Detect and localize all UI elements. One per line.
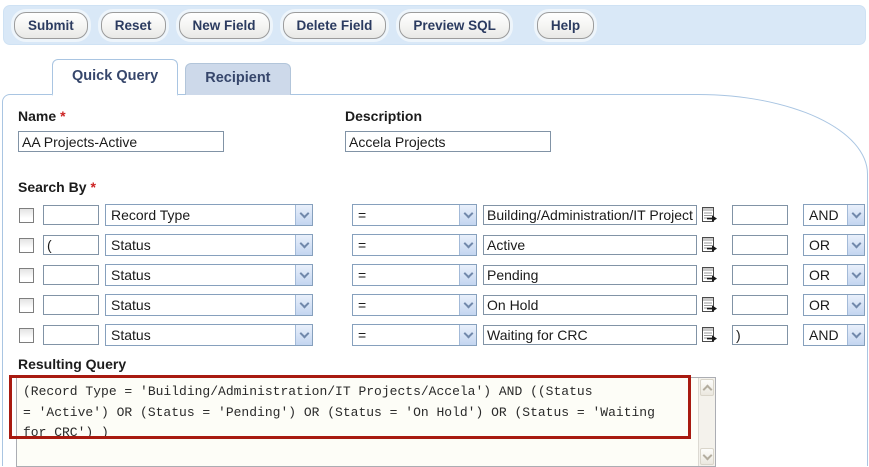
chevron-down-icon (847, 235, 864, 255)
operator-select[interactable]: = (352, 294, 477, 316)
search-row: Status = OR (15, 234, 867, 256)
logic-select-value: OR (804, 235, 847, 255)
logic-select[interactable]: OR (803, 264, 865, 286)
submit-button[interactable]: Submit (14, 12, 88, 39)
description-field[interactable] (345, 131, 551, 152)
value-input[interactable] (483, 235, 697, 255)
reset-button[interactable]: Reset (101, 12, 166, 39)
row-checkbox[interactable] (19, 268, 34, 283)
search-row: Status = OR (15, 264, 867, 286)
value-input[interactable] (483, 265, 697, 285)
value-input[interactable] (483, 325, 697, 345)
operator-select[interactable]: = (352, 234, 477, 256)
field-select[interactable]: Status (105, 234, 313, 256)
field-select-value: Status (106, 295, 295, 315)
scroll-down-icon[interactable] (700, 448, 714, 465)
logic-select[interactable]: AND (803, 324, 865, 346)
data-lookup-icon[interactable] (700, 206, 718, 224)
field-select-value: Record Type (106, 205, 295, 225)
open-paren-input[interactable] (43, 205, 99, 225)
scrollbar[interactable] (698, 378, 715, 466)
delete-field-button[interactable]: Delete Field (283, 12, 387, 39)
help-button[interactable]: Help (537, 12, 594, 39)
new-field-button[interactable]: New Field (179, 12, 270, 39)
data-lookup-icon[interactable] (700, 236, 718, 254)
row-checkbox[interactable] (19, 208, 34, 223)
field-select[interactable]: Status (105, 324, 313, 346)
preview-sql-button[interactable]: Preview SQL (399, 12, 510, 39)
operator-select-value: = (353, 295, 459, 315)
tab-recipient[interactable]: Recipient (185, 63, 290, 95)
chevron-down-icon (295, 205, 312, 225)
tab-quick-query[interactable]: Quick Query (52, 59, 178, 96)
chevron-down-icon (459, 205, 476, 225)
open-paren-input[interactable] (43, 325, 99, 345)
required-asterisk: * (60, 108, 65, 124)
logic-select-value: AND (804, 205, 847, 225)
chevron-down-icon (295, 295, 312, 315)
field-select[interactable]: Status (105, 264, 313, 286)
operator-select-value: = (353, 235, 459, 255)
search-row: Status = AND (15, 324, 867, 346)
chevron-down-icon (847, 265, 864, 285)
logic-select-value: OR (804, 295, 847, 315)
toolbar: Submit Reset New Field Delete Field Prev… (3, 5, 866, 45)
scroll-up-icon[interactable] (700, 379, 714, 396)
value-input[interactable] (483, 295, 697, 315)
open-paren-input[interactable] (43, 235, 99, 255)
resulting-query-label: Resulting Query (18, 356, 867, 373)
operator-select[interactable]: = (352, 264, 477, 286)
logic-select-value: OR (804, 265, 847, 285)
logic-select-value: AND (804, 325, 847, 345)
data-lookup-icon[interactable] (700, 326, 718, 344)
operator-select-value: = (353, 325, 459, 345)
tab-bar: Quick Query Recipient (52, 61, 869, 95)
open-paren-input[interactable] (43, 265, 99, 285)
field-select-value: Status (106, 265, 295, 285)
open-paren-input[interactable] (43, 295, 99, 315)
operator-select[interactable]: = (352, 324, 477, 346)
operator-select-value: = (353, 205, 459, 225)
quick-query-panel: Name* Description Search By* Record Type… (2, 94, 868, 466)
chevron-down-icon (847, 295, 864, 315)
field-select-value: Status (106, 235, 295, 255)
search-by-label: Search By* (18, 179, 867, 196)
search-row: Status = OR (15, 294, 867, 316)
close-paren-input[interactable] (732, 235, 788, 255)
close-paren-input[interactable] (732, 325, 788, 345)
search-row: Record Type = AND (15, 204, 867, 226)
data-lookup-icon[interactable] (700, 266, 718, 284)
chevron-down-icon (295, 265, 312, 285)
value-input[interactable] (483, 205, 697, 225)
operator-select-value: = (353, 265, 459, 285)
chevron-down-icon (459, 265, 476, 285)
chevron-down-icon (847, 325, 864, 345)
chevron-down-icon (459, 235, 476, 255)
row-checkbox[interactable] (19, 298, 34, 313)
required-asterisk: * (90, 179, 95, 195)
close-paren-input[interactable] (732, 205, 788, 225)
logic-select[interactable]: AND (803, 204, 865, 226)
row-checkbox[interactable] (19, 328, 34, 343)
resulting-query-text: (Record Type = 'Building/Administration/… (17, 378, 698, 466)
close-paren-input[interactable] (732, 295, 788, 315)
description-label: Description (345, 108, 551, 125)
field-select-value: Status (106, 325, 295, 345)
row-checkbox[interactable] (19, 238, 34, 253)
field-select[interactable]: Record Type (105, 204, 313, 226)
logic-select[interactable]: OR (803, 234, 865, 256)
data-lookup-icon[interactable] (700, 296, 718, 314)
name-field[interactable] (18, 131, 224, 152)
logic-select[interactable]: OR (803, 294, 865, 316)
chevron-down-icon (459, 295, 476, 315)
chevron-down-icon (459, 325, 476, 345)
resulting-query-textarea[interactable]: (Record Type = 'Building/Administration/… (16, 377, 716, 467)
chevron-down-icon (295, 235, 312, 255)
operator-select[interactable]: = (352, 204, 477, 226)
chevron-down-icon (295, 325, 312, 345)
field-select[interactable]: Status (105, 294, 313, 316)
name-label: Name* (18, 108, 345, 125)
chevron-down-icon (847, 205, 864, 225)
close-paren-input[interactable] (732, 265, 788, 285)
